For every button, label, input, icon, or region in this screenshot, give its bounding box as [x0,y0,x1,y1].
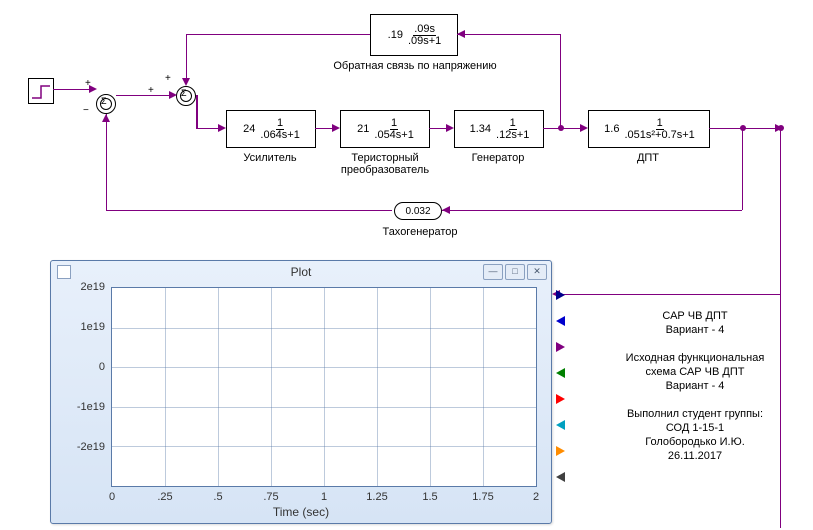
series-marker-7 [556,446,565,456]
close-button[interactable]: ✕ [527,264,547,280]
dpt-label: ДПТ [588,152,708,164]
series-marker-4 [556,368,565,378]
sigma-icon: Σ [101,96,107,106]
plot-xlabel: Time (sec) [51,505,551,519]
sum-inner[interactable]: Σ [176,86,196,106]
info-title: САР ЧВ ДПТ [595,310,795,322]
feedback-label: Обратная связь по напряжению [290,60,540,72]
block-thyristor[interactable]: 21 1.054s+1 [340,110,430,148]
gen-label: Генератор [454,152,542,164]
block-feedback[interactable]: .19 .09s .09s+1 [370,14,458,56]
maximize-button[interactable]: □ [505,264,525,280]
block-dpt[interactable]: 1.6 1.051s²+0.7s+1 [588,110,710,148]
thyr-label: Теристорный преобразователь [330,152,440,176]
block-tacho[interactable]: 0.032 [394,202,442,220]
plot-window[interactable]: Plot — □ ✕ 2e19 1e19 0 -1e19 -2e19 0 .25… [50,260,552,524]
tacho-label: Тахогенератор [350,226,490,238]
series-marker-6 [556,420,565,430]
block-generator[interactable]: 1.34 1.12s+1 [454,110,544,148]
sigma-icon: Σ [181,88,187,98]
series-marker-1 [556,290,565,300]
minimize-button[interactable]: — [483,264,503,280]
block-amplifier[interactable]: 24 1.064s+1 [226,110,316,148]
amp-label: Усилитель [226,152,314,164]
series-marker-3 [556,342,565,352]
step-source[interactable] [28,78,54,104]
series-marker-8 [556,472,565,482]
plot-axes[interactable] [111,287,537,487]
feedback-gain: .19 [386,29,405,41]
plot-window-icon [57,265,71,279]
series-marker-2 [556,316,565,326]
series-marker-5 [556,394,565,404]
plot-title: Plot [291,265,312,279]
sum-outer[interactable]: Σ [96,94,116,114]
